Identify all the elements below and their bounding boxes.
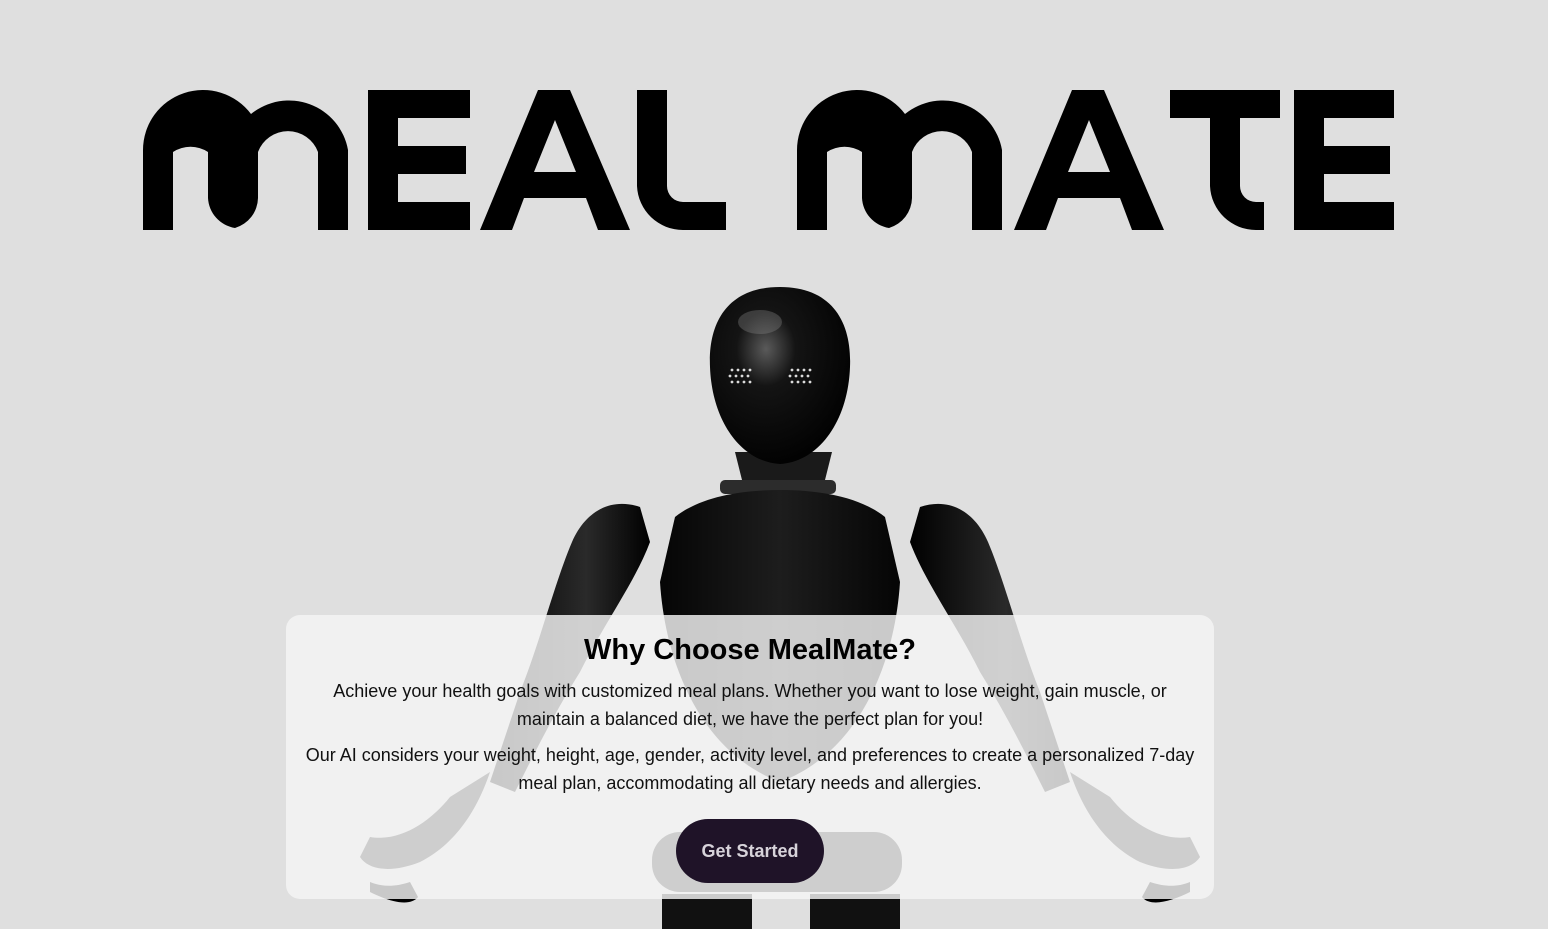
get-started-button[interactable]: Get Started [676, 819, 824, 883]
card-paragraph-ai: Our AI considers your weight, height, ag… [305, 745, 1195, 793]
logo-wordmark [143, 89, 1394, 231]
brand-logo: MEAL MATE [140, 86, 1398, 234]
why-choose-card: Why Choose MealMate? Achieve your health… [286, 615, 1214, 899]
landing-page: MEAL MATE [0, 0, 1548, 929]
card-paragraph-goals: Achieve your health goals with customize… [333, 681, 1167, 729]
card-title: Why Choose MealMate? [584, 634, 916, 666]
